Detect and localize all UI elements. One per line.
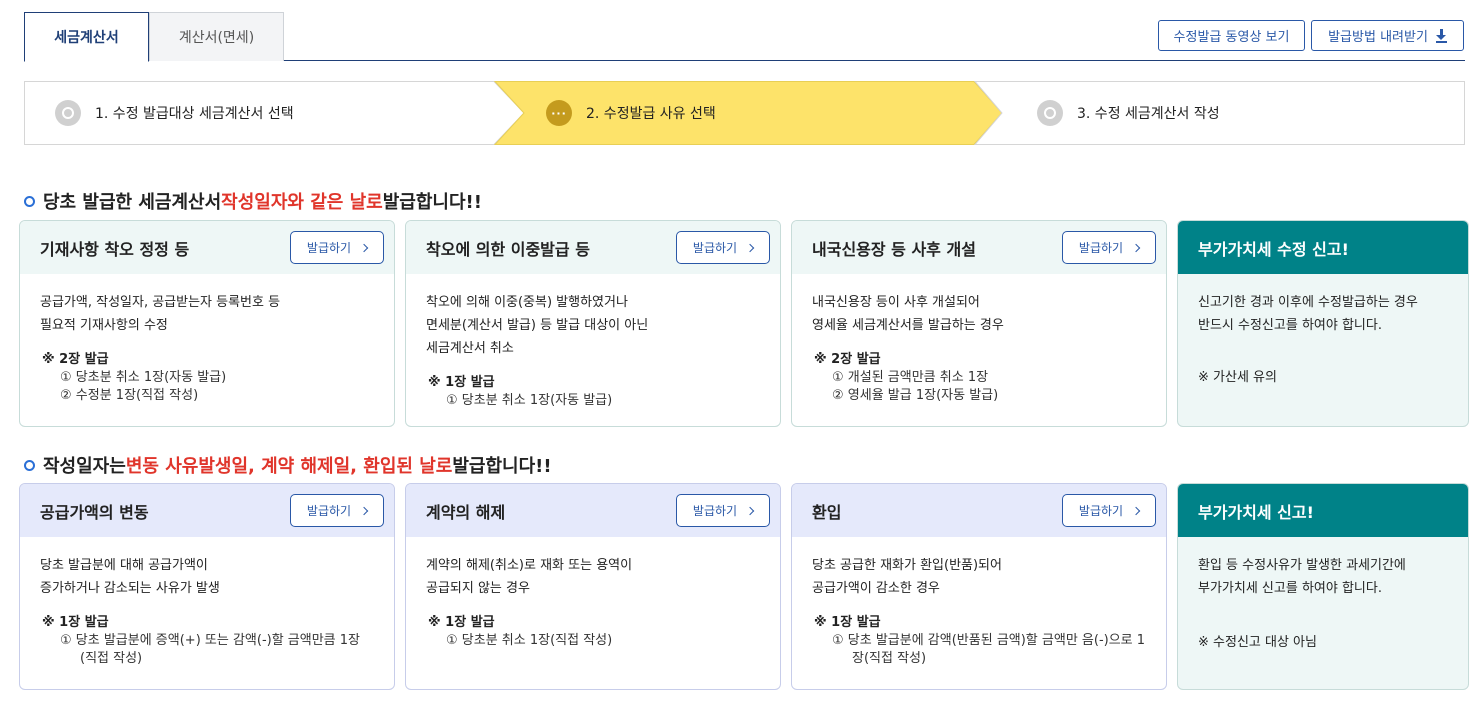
- bullet-circle-icon: [24, 459, 35, 471]
- card-vat-amended-return: 부가가치세 수정 신고! 신고기한 경과 이후에 수정발급하는 경우 반드시 수…: [1177, 220, 1469, 427]
- watch-video-button[interactable]: 수정발급 동영상 보기: [1158, 20, 1305, 51]
- step-2-label: 2. 수정발급 사유 선택: [586, 106, 716, 122]
- section-1-title: 당초 발급한 세금계산서 작성일자와 같은 날로 발급합니다!!: [24, 188, 482, 214]
- issue-button[interactable]: 발급하기: [290, 494, 384, 527]
- card-note: ※ 1장 발급 ① 당초분 취소 1장(자동 발급): [428, 375, 613, 408]
- card-title: 공급가액의 변동: [40, 502, 149, 522]
- card-local-lc: 내국신용장 등 사후 개설 발급하기 내국신용장 등이 사후 개설되어 영세율 …: [791, 220, 1167, 427]
- tab-tax-invoice[interactable]: 세금계산서: [24, 12, 149, 62]
- download-icon: [1435, 28, 1447, 43]
- chevron-right-icon: [359, 243, 369, 252]
- chevron-right-icon: [359, 506, 369, 515]
- chevron-right-icon: [1131, 506, 1141, 515]
- progress-steps: 1. 수정 발급대상 세금계산서 선택 ··· 2. 수정발급 사유 선택 3.…: [24, 81, 1465, 145]
- step-3-label: 3. 수정 세금계산서 작성: [1077, 106, 1220, 122]
- chevron-right-icon: [745, 243, 755, 252]
- card-note: ※ 1장 발급 ① 당초분 취소 1장(직접 작성): [428, 615, 613, 648]
- step-3: 3. 수정 세금계산서 작성: [1037, 81, 1220, 145]
- card-title: 기재사항 착오 정정 등: [40, 239, 190, 259]
- tab-invoice-tax-free[interactable]: 계산서(면세): [149, 12, 284, 61]
- card-title: 계약의 해제: [426, 502, 506, 522]
- card-vat-return: 부가가치세 신고! 환입 등 수정사유가 발생한 과세기간에 부가가치세 신고를…: [1177, 483, 1469, 690]
- download-guide-button[interactable]: 발급방법 내려받기: [1311, 20, 1464, 51]
- card-title: 착오에 의한 이중발급 등: [426, 239, 590, 259]
- chevron-right-icon: [745, 506, 755, 515]
- issue-button[interactable]: 발급하기: [1062, 231, 1156, 264]
- card-title: 내국신용장 등 사후 개설: [812, 239, 976, 259]
- step-1: 1. 수정 발급대상 세금계산서 선택: [55, 81, 294, 145]
- card-entry-correction: 기재사항 착오 정정 등 발급하기 공급가액, 작성일자, 공급받는자 등록번호…: [19, 220, 395, 427]
- card-note: ※ 가산세 유의: [1198, 370, 1277, 385]
- card-contract-cancel: 계약의 해제 발급하기 계약의 해제(취소)로 재화 또는 용역이 공급되지 않…: [405, 483, 781, 690]
- download-guide-label: 발급방법 내려받기: [1328, 30, 1428, 45]
- card-note: ※ 2장 발급 ① 당초분 취소 1장(자동 발급) ② 수정분 1장(직접 작…: [42, 352, 227, 403]
- card-title: 부가가치세 수정 신고!: [1198, 239, 1349, 259]
- issue-button[interactable]: 발급하기: [676, 494, 770, 527]
- issue-button[interactable]: 발급하기: [1062, 494, 1156, 527]
- watch-video-label: 수정발급 동영상 보기: [1173, 30, 1290, 45]
- step-todo-icon: [1037, 100, 1063, 126]
- card-title: 환입: [812, 502, 842, 522]
- card-return-goods: 환입 발급하기 당초 공급한 재화가 환입(반품)되어 공급가액이 감소한 경우…: [791, 483, 1167, 690]
- section-2-title: 작성일자는 변동 사유발생일, 계약 해제일, 환입된 날로 발급합니다!!: [24, 452, 552, 478]
- card-duplicate-issue: 착오에 의한 이중발급 등 발급하기 착오에 의해 이중(중복) 발행하였거나 …: [405, 220, 781, 427]
- card-note: ※ 2장 발급 ① 개설된 금액만큼 취소 1장 ② 영세율 발급 1장(자동 …: [814, 352, 999, 403]
- issue-button[interactable]: 발급하기: [676, 231, 770, 264]
- chevron-right-icon: [1131, 243, 1141, 252]
- card-note: ※ 수정신고 대상 아님: [1198, 635, 1317, 650]
- card-note: ※ 1장 발급 ① 당초 발급분에 감액(반품된 금액)할 금액만 음(-)으로…: [814, 615, 1146, 666]
- step-current-icon: ···: [546, 100, 572, 126]
- issue-button[interactable]: 발급하기: [290, 231, 384, 264]
- step-1-label: 1. 수정 발급대상 세금계산서 선택: [95, 106, 294, 122]
- step-2: ··· 2. 수정발급 사유 선택: [546, 81, 716, 145]
- card-note: ※ 1장 발급 ① 당초 발급분에 증액(+) 또는 감액(-)할 금액만큼 1…: [42, 615, 361, 666]
- bullet-circle-icon: [24, 195, 35, 207]
- step-done-icon: [55, 100, 81, 126]
- card-supply-change: 공급가액의 변동 발급하기 당초 발급분에 대해 공급가액이 증가하거나 감소되…: [19, 483, 395, 690]
- card-title: 부가가치세 신고!: [1198, 502, 1314, 522]
